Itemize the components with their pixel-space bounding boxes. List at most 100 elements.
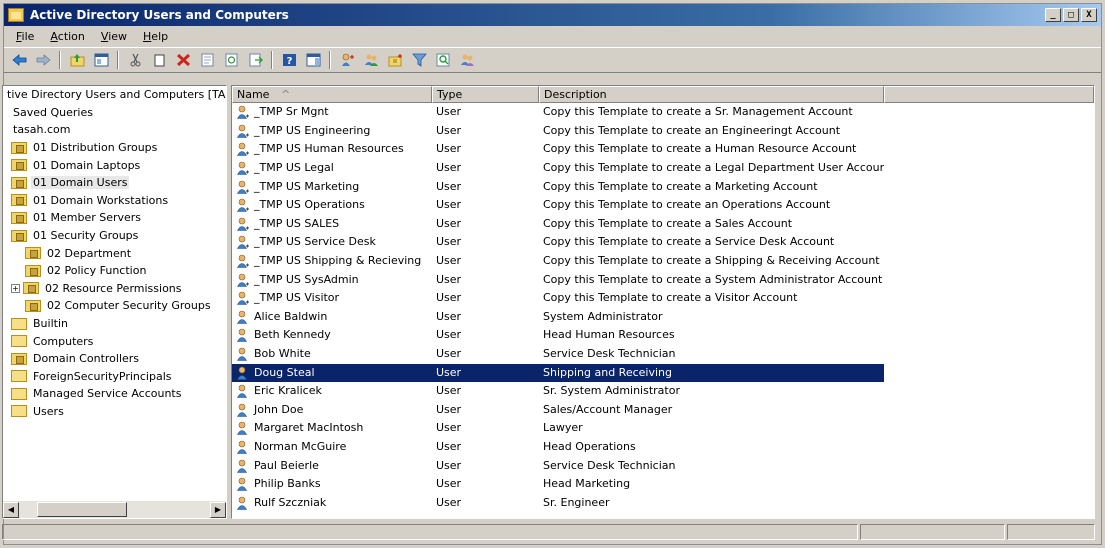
filter-button[interactable] — [408, 50, 430, 70]
tree-item[interactable]: Users — [3, 403, 226, 421]
show-console-tree-button[interactable] — [90, 50, 112, 70]
find-button[interactable] — [432, 50, 454, 70]
tree-item[interactable]: tive Directory Users and Computers [TA: — [3, 86, 226, 104]
menu-file[interactable]: File — [8, 28, 42, 45]
cell-description: Service Desk Technician — [543, 347, 676, 361]
tree-item[interactable]: Managed Service Accounts — [3, 385, 226, 403]
tree-item[interactable]: 01 Member Servers — [3, 209, 226, 227]
new-group-button[interactable] — [360, 50, 382, 70]
cell-description: Copy this Template to create a Human Res… — [543, 142, 857, 156]
user-name: _TMP US Engineering — [254, 123, 371, 137]
table-row[interactable]: Bob White User Service Desk Technician — [232, 345, 1094, 364]
forward-arrow-icon — [36, 54, 51, 66]
table-row[interactable]: John Doe User Sales/Account Manager — [232, 401, 1094, 420]
refresh-button[interactable] — [220, 50, 242, 70]
delete-button[interactable] — [172, 50, 194, 70]
tree-item[interactable]: 01 Distribution Groups — [3, 139, 226, 157]
table-row[interactable]: Rulf Szczniak User Sr. Engineer — [232, 493, 1094, 512]
tree-item-label: 01 Domain Users — [31, 176, 130, 190]
tree-horizontal-scrollbar[interactable]: ◀ ▶ — [3, 501, 226, 518]
menu-help[interactable]: Help — [135, 28, 176, 45]
scroll-left-arrow-icon[interactable]: ◀ — [3, 501, 19, 518]
table-row[interactable]: _TMP US Engineering User Copy this Templat… — [232, 122, 1094, 141]
tree-item[interactable]: 02 Policy Function — [3, 262, 226, 280]
app-icon — [8, 8, 24, 22]
table-row[interactable]: Beth Kennedy User Head Human Resources — [232, 326, 1094, 345]
table-row[interactable]: _TMP US Operations User Copy this Template… — [232, 196, 1094, 215]
user-name: _TMP Sr Mgnt — [254, 105, 329, 119]
table-row[interactable]: _TMP US SysAdmin User Copy this Template t… — [232, 270, 1094, 289]
tree-item[interactable]: 02 Computer Security Groups — [3, 297, 226, 315]
add-to-group-button[interactable] — [456, 50, 478, 70]
table-row[interactable]: Eric Kralicek User Sr. System Administrato… — [232, 382, 1094, 401]
tree-item[interactable]: tasah.com — [3, 121, 226, 139]
cell-type: User — [436, 216, 462, 230]
title-bar[interactable]: Active Directory Users and Computers _ □… — [4, 4, 1101, 26]
table-row[interactable]: Paul Beierle User Service Desk Technician — [232, 456, 1094, 475]
tree-item[interactable]: 01 Domain Users — [3, 174, 226, 192]
table-row[interactable]: Doug Steal User Shipping and Receiving — [232, 363, 1094, 382]
tree-item[interactable]: Builtin — [3, 315, 226, 333]
cell-type: User — [436, 495, 462, 509]
cell-name: Philip Banks — [232, 475, 432, 493]
table-row[interactable]: _TMP US Human Resources User Copy this Tem… — [232, 140, 1094, 159]
column-header-description[interactable]: Description — [539, 86, 884, 103]
table-row[interactable]: _TMP US Legal User Copy this Template to c… — [232, 159, 1094, 178]
column-header-name[interactable]: Name ^ — [232, 86, 432, 103]
cell-name: Alice Baldwin — [232, 308, 432, 326]
new-ou-button[interactable] — [384, 50, 406, 70]
table-row[interactable]: Philip Banks User Head Marketing — [232, 475, 1094, 494]
properties-button[interactable] — [196, 50, 218, 70]
user-name: _TMP US Shipping & Recieving — [254, 254, 422, 268]
export-list-button[interactable] — [244, 50, 266, 70]
cell-type: User — [436, 402, 462, 416]
user-template-icon — [236, 291, 254, 306]
back-button[interactable] — [8, 50, 30, 70]
scroll-right-arrow-icon[interactable]: ▶ — [210, 501, 226, 518]
scroll-thumb[interactable] — [37, 502, 127, 517]
table-row[interactable]: Alice Baldwin User System Administrator — [232, 308, 1094, 327]
user-template-icon — [236, 124, 254, 138]
cut-button[interactable] — [124, 50, 146, 70]
minimize-button[interactable]: _ — [1045, 8, 1061, 22]
tree-item[interactable]: ForeignSecurityPrincipals — [3, 368, 226, 386]
copy-button[interactable] — [148, 50, 170, 70]
cell-description: Copy this Template to create a Sales Acc… — [543, 216, 793, 230]
tree-item[interactable]: Computers — [3, 332, 226, 350]
user-name: Bob White — [254, 347, 311, 361]
new-user-button[interactable] — [336, 50, 358, 70]
tree-item[interactable]: +02 Resource Permissions — [3, 280, 226, 298]
table-row[interactable]: _TMP Sr Mgnt User Copy this Template to cr… — [232, 103, 1094, 122]
table-row[interactable]: Norman McGuire User Head Operations — [232, 438, 1094, 457]
cell-type: User — [436, 198, 462, 212]
tree-item[interactable]: 01 Security Groups — [3, 227, 226, 245]
menu-view[interactable]: View — [93, 28, 135, 45]
tree-item[interactable]: 01 Domain Laptops — [3, 156, 226, 174]
cell-description: Copy this Template to create a Shipping … — [543, 254, 880, 268]
table-row[interactable]: _TMP US Visitor User Copy this Template to… — [232, 289, 1094, 308]
up-one-level-button[interactable] — [66, 50, 88, 70]
table-row[interactable]: _TMP US Service Desk User Copy this Templa… — [232, 233, 1094, 252]
table-row[interactable]: _TMP US SALES User Copy this Template to c… — [232, 215, 1094, 234]
tree-item[interactable]: 01 Domain Workstations — [3, 192, 226, 210]
tree-item[interactable]: 02 Department — [3, 244, 226, 262]
details-list[interactable]: Name ^ Type Description _TMP Sr Mgnt User… — [231, 85, 1095, 519]
console-tree[interactable]: tive Directory Users and Computers [TA: S… — [2, 85, 227, 519]
tree-item[interactable]: Domain Controllers — [3, 350, 226, 368]
tree-item-label: Users — [33, 404, 64, 418]
help-button[interactable]: ? — [278, 50, 300, 70]
forward-button[interactable] — [32, 50, 54, 70]
cell-type: User — [432, 363, 539, 382]
column-header-type[interactable]: Type — [432, 86, 539, 103]
close-button[interactable]: X — [1081, 8, 1097, 22]
maximize-button[interactable]: □ — [1063, 8, 1079, 22]
tree-item[interactable]: Saved Queries — [3, 104, 226, 122]
table-row[interactable]: Margaret MacIntosh User Lawyer — [232, 419, 1094, 438]
show-hide-action-pane-button[interactable] — [302, 50, 324, 70]
table-row[interactable]: _TMP US Shipping & Recieving User Copy thi… — [232, 252, 1094, 271]
table-row[interactable]: _TMP US Marketing User Copy this Template … — [232, 177, 1094, 196]
expand-plus-icon[interactable]: + — [11, 283, 20, 293]
menu-action[interactable]: Action — [42, 28, 92, 45]
tree-item-label: tasah.com — [13, 123, 71, 137]
menu-view-label: iew — [108, 30, 128, 43]
